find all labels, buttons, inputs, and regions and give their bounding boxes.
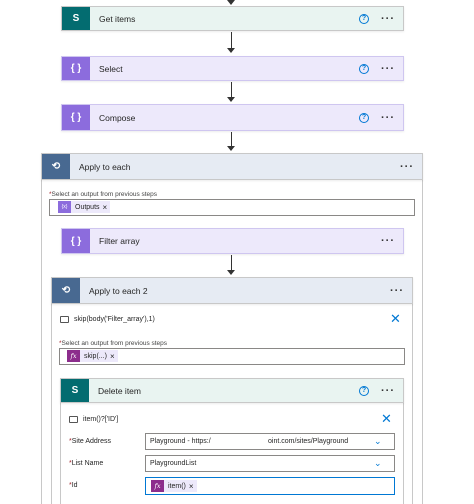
id-label: *Id <box>69 482 78 489</box>
token-label: Outputs <box>75 203 100 211</box>
expression-text[interactable]: item()?['ID'] <box>83 416 118 423</box>
token-label: item() <box>168 482 186 490</box>
step-title: Apply to each <box>79 161 131 172</box>
more-options-icon[interactable]: ··· <box>400 161 414 172</box>
step-title: Delete item <box>98 385 141 396</box>
more-options-icon[interactable]: ··· <box>381 63 395 74</box>
remove-token-icon[interactable]: × <box>103 203 111 212</box>
remove-token-icon[interactable]: × <box>189 482 197 491</box>
connector-arrow <box>231 132 232 147</box>
apply-to-each-2-header[interactable]: ⟲ Apply to each 2 ··· <box>51 277 413 304</box>
help-icon[interactable]: ? <box>359 63 369 74</box>
step-title: Filter array <box>99 236 140 246</box>
more-options-icon[interactable]: ··· <box>390 285 404 296</box>
connector-arrowhead <box>227 146 235 151</box>
skip-token[interactable]: fx skip(...) × <box>67 350 118 362</box>
token-label: skip(...) <box>84 352 107 360</box>
step-title: Apply to each 2 <box>89 285 148 296</box>
site-address-value-tail: oint.com/sites/Playground <box>268 438 349 445</box>
loop-icon: ⟲ <box>42 154 70 179</box>
help-icon[interactable]: ? <box>359 385 369 396</box>
apply-to-each-header[interactable]: ⟲ Apply to each ··· <box>41 153 423 180</box>
chevron-down-icon[interactable]: ⌄ <box>374 458 382 469</box>
step-title: Select <box>99 63 123 74</box>
sharepoint-icon: S <box>62 7 90 30</box>
connector-arrowhead <box>227 0 235 5</box>
step-delete-item[interactable]: S Delete item ? ··· <box>60 378 404 403</box>
comment-icon <box>69 416 78 423</box>
list-name-value: PlaygroundList <box>150 460 197 467</box>
step-title: Get items <box>99 13 136 24</box>
expression-text[interactable]: skip(body('Filter_array'),1) <box>74 316 155 323</box>
item-token[interactable]: fx item() × <box>151 480 197 492</box>
site-address-value: Playground - https:/ <box>150 438 211 445</box>
curly-braces-icon: { } <box>62 57 90 80</box>
site-address-label: *Site Address <box>69 438 112 445</box>
select-output-label: *Select an output from previous steps <box>59 340 168 347</box>
curly-braces-icon: { } <box>62 229 90 253</box>
fx-icon: fx <box>67 350 80 362</box>
step-get-items[interactable]: S Get items ? ··· <box>61 6 404 31</box>
help-icon[interactable]: ? <box>359 13 369 24</box>
step-title: Compose <box>99 112 136 123</box>
fx-icon: fx <box>151 480 164 492</box>
chevron-down-icon[interactable]: ⌄ <box>374 436 382 447</box>
sharepoint-icon: S <box>61 379 89 402</box>
more-options-icon[interactable]: ··· <box>381 236 395 247</box>
curly-braces-icon: { } <box>62 105 90 130</box>
close-icon[interactable]: ✕ <box>390 312 401 325</box>
close-icon[interactable]: ✕ <box>381 412 392 425</box>
more-options-icon[interactable]: ··· <box>381 385 395 396</box>
loop-icon: ⟲ <box>52 278 80 303</box>
connector-arrow <box>231 32 232 49</box>
remove-token-icon[interactable]: × <box>110 352 118 361</box>
step-filter-array[interactable]: { } Filter array ··· <box>61 228 404 254</box>
outputs-token[interactable]: {x} Outputs × <box>58 201 111 213</box>
connector-arrowhead <box>227 97 235 102</box>
connector-arrow <box>231 255 232 271</box>
connector-arrowhead <box>227 48 235 53</box>
curly-braces-icon: {x} <box>58 201 71 213</box>
comment-icon <box>60 316 69 323</box>
more-options-icon[interactable]: ··· <box>381 13 395 24</box>
select-output-label: *Select an output from previous steps <box>49 191 158 198</box>
step-compose[interactable]: { } Compose ? ··· <box>61 104 404 131</box>
more-options-icon[interactable]: ··· <box>381 112 395 123</box>
connector-arrow <box>231 82 232 98</box>
step-select[interactable]: { } Select ? ··· <box>61 56 404 81</box>
list-name-label: *List Name <box>69 460 104 467</box>
connector-arrowhead <box>227 270 235 275</box>
help-icon[interactable]: ? <box>359 112 369 123</box>
